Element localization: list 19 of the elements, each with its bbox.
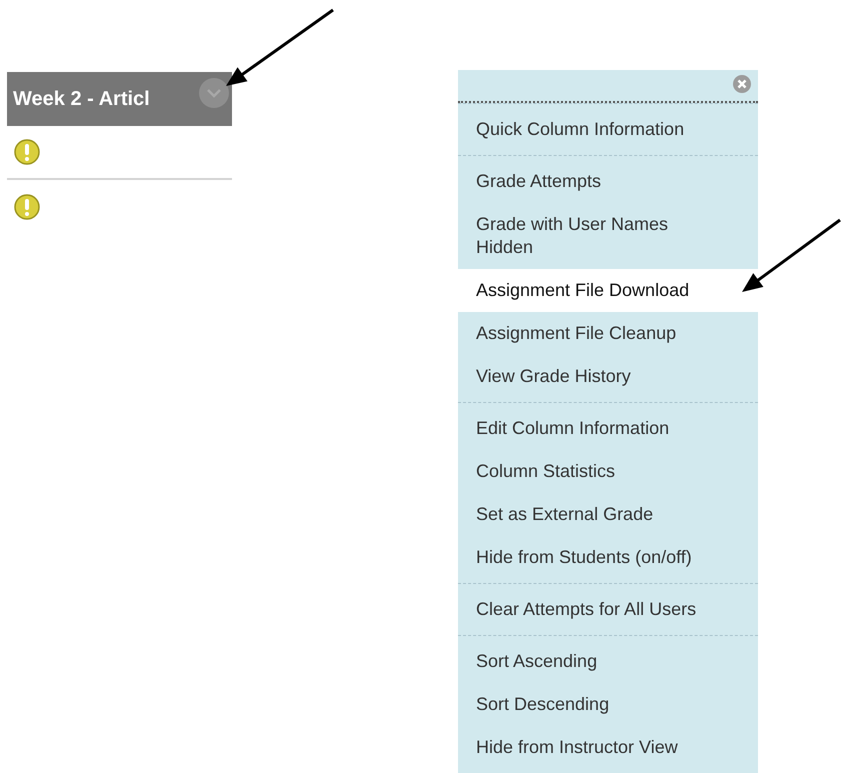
close-icon[interactable] (732, 74, 752, 94)
menu-item[interactable]: Sort Descending (458, 683, 758, 726)
menu-item[interactable]: Column Statistics (458, 450, 758, 493)
menu-item[interactable]: View Grade History (458, 355, 758, 398)
exclamation-icon (14, 194, 40, 220)
menu-item[interactable]: Assignment File Download (458, 269, 758, 312)
menu-item[interactable]: Hide from Instructor View (458, 726, 758, 769)
menu-item[interactable]: Grade Attempts (458, 160, 758, 203)
menu-item[interactable]: Assignment File Cleanup (458, 312, 758, 355)
menu-item[interactable]: Clear Attempts for All Users (458, 588, 758, 631)
menu-item[interactable]: Grade with User Names Hidden (458, 203, 758, 269)
chevron-down-icon[interactable] (198, 77, 230, 109)
column-title: Week 2 - Articl (13, 88, 150, 110)
menu-item[interactable]: Quick Column Information (458, 108, 758, 151)
menu-item[interactable]: Sort Ascending (458, 640, 758, 683)
exclamation-icon (14, 139, 40, 165)
menu-item[interactable]: Edit Column Information (458, 407, 758, 450)
menu-item[interactable]: Hide from Students (on/off) (458, 536, 758, 579)
menu-item[interactable]: Set as External Grade (458, 493, 758, 536)
